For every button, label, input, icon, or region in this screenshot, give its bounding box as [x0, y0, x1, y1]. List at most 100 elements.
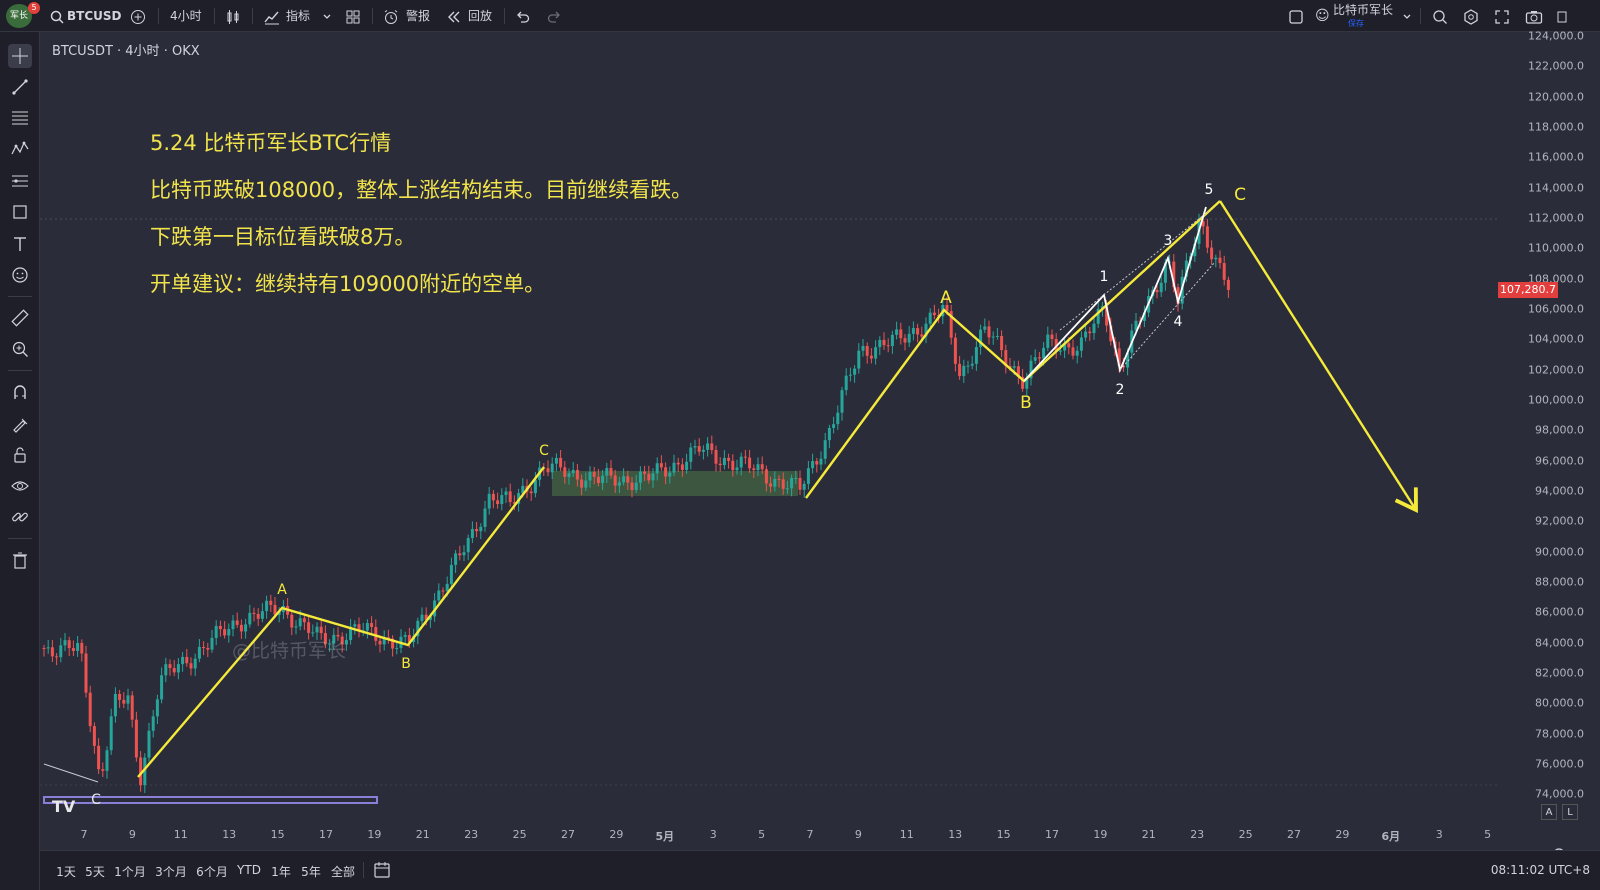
forecast-arrow	[1218, 200, 1418, 514]
candle-body	[958, 363, 962, 377]
candle-body	[693, 446, 697, 448]
annotation-line-2[interactable]: 下跌第一目标位看跌破8万。	[150, 221, 415, 251]
annotation-line-3[interactable]: 开单建议：继续持有109000附近的空单。	[150, 268, 545, 298]
candle-body	[609, 468, 613, 476]
range-ytd[interactable]: YTD	[237, 863, 261, 877]
watermark-text: @比特币军长	[232, 640, 347, 662]
candle-body	[1218, 257, 1222, 264]
price-axis-label: 116,000.0	[1528, 150, 1584, 164]
candle-body	[575, 469, 579, 480]
price-axis-label: 110,000.0	[1528, 241, 1584, 255]
candle-body	[874, 347, 878, 359]
candle-body	[748, 457, 752, 469]
range-1y[interactable]: 1年	[271, 863, 291, 880]
range-5d[interactable]: 5天	[85, 863, 105, 880]
wave-label-b1[interactable]: B	[401, 656, 411, 672]
candle-body	[449, 564, 453, 584]
time-axis-label: 17	[1045, 828, 1059, 841]
price-axis[interactable]: 124,000.0 122,000.0 120,000.0 118,000.0 116,…	[1498, 30, 1600, 844]
price-axis-label: 102,000.0	[1528, 363, 1584, 377]
time-axis-label: 21	[1141, 828, 1156, 841]
current-price-tag: 107,280.7	[1498, 281, 1558, 298]
candle-body	[710, 443, 714, 451]
candle-body	[718, 463, 722, 466]
candle-body	[1042, 347, 1046, 359]
annotation-title[interactable]: 5.24 比特币军长BTC行情	[150, 127, 391, 157]
wave-label-start-c[interactable]: C	[91, 792, 101, 808]
range-6m[interactable]: 6个月	[196, 863, 228, 880]
price-axis-label: 118,000.0	[1528, 120, 1584, 134]
wave-label-2[interactable]: 2	[1116, 382, 1125, 398]
candle-body	[218, 625, 222, 630]
price-axis-label: 122,000.0	[1528, 59, 1584, 73]
candle-body	[147, 730, 151, 758]
candle-body	[113, 693, 117, 717]
candle-body	[832, 424, 836, 428]
candle-body	[638, 471, 642, 483]
time-axis[interactable]: 7 9 11 13 15 17 19 21 23 25 27 29 5月 3 5 7 9 11 13 15 17 19 21…	[40, 824, 1498, 846]
calendar-icon[interactable]	[373, 861, 391, 883]
candle-body	[802, 483, 806, 490]
price-axis-label: 96,000.0	[1535, 454, 1584, 468]
candle-body	[622, 476, 626, 483]
wave-label-4[interactable]: 4	[1174, 314, 1183, 330]
range-3m[interactable]: 3个月	[155, 863, 187, 880]
candle-body	[500, 495, 504, 505]
candle-body	[1088, 331, 1092, 334]
range-all[interactable]: 全部	[331, 863, 355, 880]
candle-body	[294, 626, 298, 628]
price-axis-label: 78,000.0	[1535, 727, 1584, 741]
candle-body	[88, 692, 92, 727]
wave-label-5[interactable]: 5	[1205, 182, 1214, 198]
candle-body	[680, 464, 684, 470]
candle-body	[210, 637, 214, 650]
range-1d[interactable]: 1天	[56, 863, 76, 880]
candle-body	[907, 333, 911, 343]
log-scale-button[interactable]: L	[1562, 804, 1578, 820]
candle-body	[491, 493, 495, 501]
wave-label-1[interactable]: 1	[1100, 269, 1109, 285]
annotation-line-1[interactable]: 比特币跌破108000，整体上涨结构结束。目前继续看跌。	[150, 174, 692, 204]
range-1m[interactable]: 1个月	[114, 863, 146, 880]
candle-body	[239, 624, 243, 632]
candle-body	[634, 482, 638, 491]
candle-body	[605, 468, 609, 476]
wave-label-c2[interactable]: C	[1234, 185, 1246, 205]
candle-body	[785, 488, 789, 490]
wave-label-3[interactable]: 3	[1164, 233, 1173, 249]
candle-body	[172, 668, 176, 673]
candle-body	[890, 334, 894, 346]
wave-label-c1[interactable]: C	[539, 443, 549, 459]
candle-body	[701, 449, 705, 452]
candle-body	[42, 648, 46, 649]
candle-body	[840, 390, 844, 413]
candle-body	[685, 461, 689, 470]
candle-body	[853, 368, 857, 375]
candle-body	[916, 328, 920, 335]
candle-body	[798, 477, 802, 490]
candle-body	[470, 528, 474, 539]
candle-body	[764, 469, 768, 484]
candle-body	[819, 458, 823, 465]
wave-label-b2[interactable]: B	[1020, 393, 1032, 413]
auto-scale-button[interactable]: A	[1541, 804, 1557, 820]
candle-body	[970, 363, 974, 366]
candle-body	[319, 626, 323, 634]
candle-body	[643, 471, 647, 474]
clock-timezone[interactable]: 08:11:02 UTC+8	[1491, 863, 1590, 877]
candle-body	[84, 653, 88, 693]
candle-body	[735, 467, 739, 471]
candle-body	[164, 664, 168, 676]
candle-body	[882, 339, 886, 346]
range-5y[interactable]: 5年	[301, 863, 321, 880]
wave-label-a2[interactable]: A	[940, 288, 952, 308]
candle-body	[504, 491, 508, 496]
wave-label-a1[interactable]: A	[277, 582, 287, 598]
time-axis-label: 3	[1435, 828, 1443, 841]
time-axis-label: 27	[561, 828, 575, 841]
price-axis-label: 94,000.0	[1535, 484, 1584, 498]
candle-body	[151, 716, 155, 731]
candle-body	[231, 620, 235, 630]
candle-body	[626, 476, 630, 483]
candlestick-series	[42, 213, 1230, 793]
